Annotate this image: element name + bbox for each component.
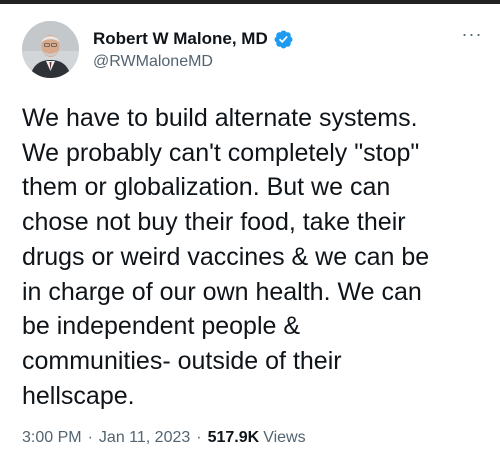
tweet-time[interactable]: 3:00 PM [22,429,82,447]
tweet-card: Robert W Malone, MD @RWMaloneMD ··· We h… [0,0,500,464]
views-count[interactable]: 517.9K [208,429,260,447]
avatar-image [22,21,79,78]
tweet-text: We have to build alternate systems. We p… [22,104,430,410]
tweet-date[interactable]: Jan 11, 2023 [99,429,190,447]
separator: · [196,429,202,446]
author-handle[interactable]: @RWMaloneMD [93,53,213,71]
verified-badge-icon [274,30,293,48]
author-display-name[interactable]: Robert W Malone, MD [93,29,268,49]
views-label: Views [263,429,306,446]
author-name-row[interactable]: Robert W Malone, MD [93,27,294,51]
separator: · [87,429,93,446]
tweet-metadata: 3:00 PM · Jan 11, 2023 · 517.9K Views [22,429,306,447]
more-options-icon[interactable]: ··· [458,25,486,48]
avatar[interactable] [22,21,79,78]
